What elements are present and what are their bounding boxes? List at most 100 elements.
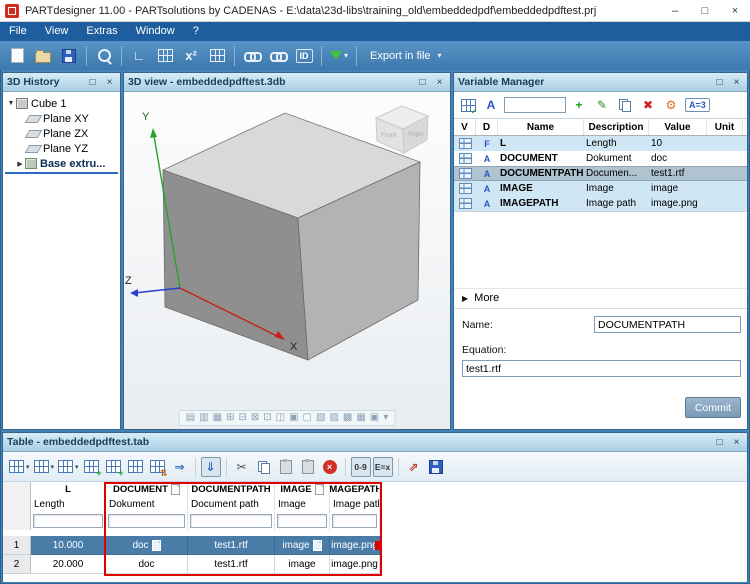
paste-special-icon[interactable] bbox=[298, 457, 318, 477]
3d-scene[interactable]: Front Right Y Z X bbox=[124, 92, 450, 412]
close-panel-icon[interactable]: × bbox=[730, 76, 743, 89]
float-panel-icon[interactable]: □ bbox=[416, 76, 429, 89]
table-cell[interactable]: image bbox=[275, 536, 330, 555]
maximize-button[interactable]: □ bbox=[690, 0, 720, 21]
table-view-icon[interactable]: ▾ bbox=[33, 457, 56, 477]
move-line-icon[interactable]: ⇓ bbox=[201, 457, 221, 477]
quick-export-icon[interactable]: ▾ bbox=[327, 44, 351, 68]
table-cell[interactable]: image.png bbox=[330, 536, 380, 555]
column-header[interactable]: Unit bbox=[707, 119, 743, 135]
attach-icon[interactable] bbox=[266, 44, 290, 68]
view-cube[interactable]: Front Right bbox=[376, 106, 428, 153]
close-panel-icon[interactable]: × bbox=[730, 436, 743, 449]
menu-item-extras[interactable]: Extras bbox=[77, 22, 126, 41]
viewport-tool-icon[interactable]: ⊠ bbox=[251, 412, 259, 424]
vm-filter-input[interactable] bbox=[504, 97, 566, 113]
menu-item-help[interactable]: ? bbox=[184, 22, 208, 41]
variable-row[interactable]: FLLength10 bbox=[454, 136, 747, 151]
more-expander[interactable]: ▶ More bbox=[454, 288, 747, 307]
viewport-tool-icon[interactable]: ⊞ bbox=[226, 412, 234, 424]
new-line-icon[interactable]: ▾ bbox=[8, 457, 31, 477]
link-icon[interactable] bbox=[240, 44, 264, 68]
digits-toggle[interactable]: 0-9 bbox=[351, 457, 371, 477]
vm-text-mode-icon[interactable]: A bbox=[481, 95, 501, 115]
filter-input[interactable] bbox=[332, 514, 377, 528]
vm-edit-icon[interactable]: ✎ bbox=[592, 95, 612, 115]
table-cell[interactable]: doc bbox=[106, 536, 188, 555]
viewport-tool-icon[interactable]: ⊡ bbox=[263, 412, 271, 424]
name-field[interactable] bbox=[594, 316, 741, 333]
new-file-icon[interactable] bbox=[5, 44, 29, 68]
viewport-tool-icon[interactable]: ▣ bbox=[289, 412, 298, 424]
vm-variables-icon[interactable]: ✓ bbox=[458, 95, 478, 115]
column-header[interactable]: Value bbox=[649, 119, 707, 135]
sketcher-icon[interactable]: ∟ bbox=[127, 44, 151, 68]
viewport-tool-icon[interactable]: ▣ bbox=[370, 412, 379, 424]
viewport-canvas[interactable]: Front Right Y Z X ▤ ▥ ▦ ⊞ ⊟ ⊠ ⊡ ◫ ▣ ▢ ▧ bbox=[124, 92, 450, 429]
column-header[interactable]: Description bbox=[584, 119, 649, 135]
cut-icon[interactable]: ✂ bbox=[232, 457, 252, 477]
viewport-tool-icon[interactable]: ▾ bbox=[383, 412, 388, 424]
vm-delete-icon[interactable]: ✖ bbox=[638, 95, 658, 115]
viewport-tool-icon[interactable]: ▤ bbox=[186, 412, 195, 424]
table-cell[interactable]: doc bbox=[106, 555, 188, 574]
viewport-tool-icon[interactable]: ▢ bbox=[303, 412, 312, 424]
filter-input[interactable] bbox=[277, 514, 327, 528]
viewport-tool-icon[interactable]: ▧ bbox=[316, 412, 325, 424]
save-table-icon[interactable] bbox=[426, 457, 446, 477]
table-cell[interactable]: image.png bbox=[330, 555, 380, 574]
value-matrix-icon[interactable] bbox=[126, 457, 146, 477]
open-file-icon[interactable] bbox=[31, 44, 55, 68]
column-header[interactable]: V bbox=[454, 119, 476, 135]
vm-assign-icon[interactable]: A=3 bbox=[684, 95, 711, 115]
zoom-icon[interactable] bbox=[92, 44, 116, 68]
paste-icon[interactable] bbox=[276, 457, 296, 477]
table-cell[interactable]: 20.000 bbox=[31, 555, 106, 574]
column-name[interactable]: DOCUMENTPATH bbox=[188, 482, 275, 497]
column-name[interactable]: L bbox=[31, 482, 106, 497]
export-menu[interactable]: Export in file▾ bbox=[362, 44, 450, 68]
column-name[interactable]: DOCUMENT bbox=[106, 482, 188, 497]
sort-icon[interactable]: ⇅ bbox=[148, 457, 168, 477]
tree-item[interactable]: Plane XY bbox=[3, 111, 120, 126]
close-panel-icon[interactable]: × bbox=[433, 76, 446, 89]
viewport-tool-icon[interactable]: ▦ bbox=[213, 412, 222, 424]
menu-item-file[interactable]: File bbox=[0, 22, 36, 41]
viewport-tool-icon[interactable]: ◫ bbox=[276, 412, 285, 424]
table-cell[interactable]: 10.000 bbox=[31, 536, 106, 555]
float-panel-icon[interactable]: □ bbox=[713, 76, 726, 89]
viewport-tool-icon[interactable]: ▩ bbox=[343, 412, 352, 424]
table-cell[interactable]: test1.rtf bbox=[188, 536, 275, 555]
column-name[interactable]: IMAGE bbox=[275, 482, 330, 497]
menu-item-view[interactable]: View bbox=[36, 22, 78, 41]
copy-icon[interactable] bbox=[254, 457, 274, 477]
insert-line-icon[interactable]: + bbox=[82, 457, 102, 477]
grid-icon[interactable] bbox=[153, 44, 177, 68]
close-button[interactable]: × bbox=[720, 0, 750, 21]
tree-item[interactable]: ▼Cube 1 bbox=[3, 96, 120, 111]
viewport-tool-icon[interactable]: ▥ bbox=[199, 412, 208, 424]
variable-row[interactable]: AIMAGEPATHImage pathimage.png bbox=[454, 196, 747, 211]
viewport-tool-icon[interactable]: ⊟ bbox=[238, 412, 246, 424]
table-cell[interactable]: image bbox=[275, 555, 330, 574]
column-name[interactable]: IMAGEPATH bbox=[330, 482, 380, 497]
vm-add-icon[interactable]: + bbox=[569, 95, 589, 115]
formula-toggle[interactable]: E=x bbox=[373, 457, 393, 477]
row-number[interactable]: 1 bbox=[3, 536, 31, 555]
viewport-tool-icon[interactable]: ▨ bbox=[329, 412, 338, 424]
minimize-button[interactable]: – bbox=[660, 0, 690, 21]
vm-copy-icon[interactable] bbox=[615, 95, 635, 115]
filter-input[interactable] bbox=[190, 514, 272, 528]
delete-line-icon[interactable]: × bbox=[320, 457, 340, 477]
menu-item-window[interactable]: Window bbox=[127, 22, 184, 41]
float-panel-icon[interactable]: □ bbox=[86, 76, 99, 89]
save-icon[interactable] bbox=[57, 44, 81, 68]
filter-input[interactable] bbox=[33, 514, 103, 528]
export-table-icon[interactable]: ⇗ bbox=[404, 457, 424, 477]
transfer-icon[interactable]: ⇒ bbox=[170, 457, 190, 477]
variable-row[interactable]: ADOCUMENTPATHDocumen...test1.rtf bbox=[454, 166, 747, 181]
table-icon[interactable] bbox=[205, 44, 229, 68]
tree-item[interactable]: ▶Base extru... bbox=[3, 156, 120, 171]
table-cell[interactable]: test1.rtf bbox=[188, 555, 275, 574]
commit-button[interactable]: Commit bbox=[685, 397, 741, 418]
